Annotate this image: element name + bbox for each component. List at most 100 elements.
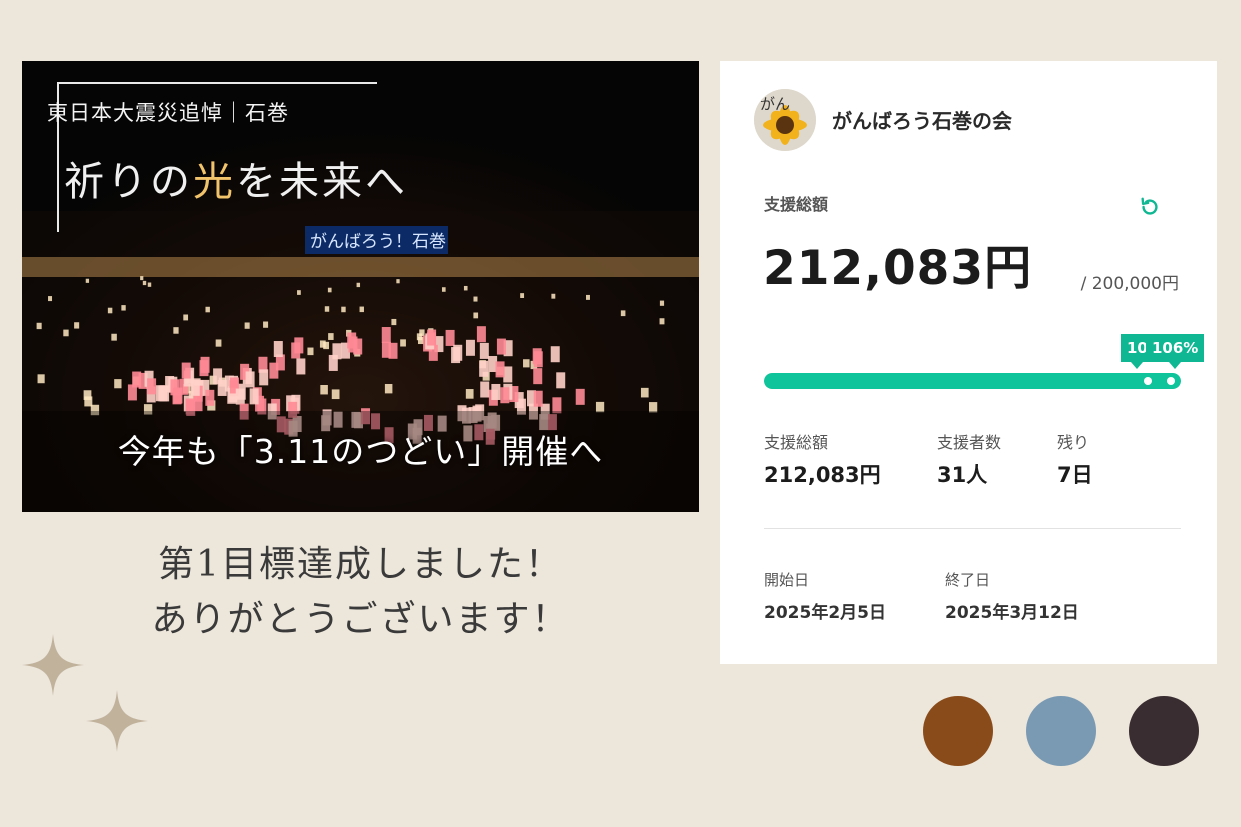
headline-accent: 光 bbox=[193, 159, 236, 205]
lantern bbox=[473, 312, 479, 319]
lantern bbox=[199, 360, 209, 377]
lantern bbox=[48, 296, 53, 302]
lantern bbox=[595, 401, 605, 413]
stat-value-remaining: 7日 bbox=[1057, 463, 1093, 487]
lantern bbox=[269, 362, 279, 379]
lantern bbox=[417, 336, 424, 345]
lantern bbox=[217, 379, 227, 396]
stat-label-amount: 支援総額 bbox=[764, 433, 829, 452]
organization-avatar[interactable]: がん bbox=[754, 89, 816, 151]
lantern bbox=[479, 360, 489, 377]
lantern bbox=[172, 388, 182, 405]
lantern bbox=[259, 369, 269, 386]
lantern bbox=[381, 327, 391, 344]
lantern bbox=[520, 293, 525, 298]
total-amount: 212,083円 bbox=[763, 241, 1033, 296]
lantern bbox=[160, 385, 170, 402]
lantern bbox=[491, 383, 501, 400]
lantern bbox=[85, 278, 90, 283]
lantern bbox=[147, 378, 157, 395]
lantern bbox=[319, 340, 326, 348]
lantern bbox=[348, 336, 358, 353]
start-date-label: 開始日 bbox=[764, 571, 810, 589]
start-date-value: 2025年2月5日 bbox=[764, 603, 886, 623]
lantern bbox=[263, 321, 269, 328]
lantern bbox=[476, 326, 486, 343]
stat-value-supporters: 31人 bbox=[937, 463, 988, 487]
lantern bbox=[173, 327, 179, 334]
lantern bbox=[473, 296, 478, 302]
lantern bbox=[552, 397, 562, 414]
lantern bbox=[331, 389, 340, 400]
lantern bbox=[445, 329, 455, 346]
lantern bbox=[480, 381, 490, 398]
lantern bbox=[532, 348, 542, 365]
lantern bbox=[556, 372, 566, 389]
lantern bbox=[127, 384, 137, 401]
lantern bbox=[244, 322, 250, 329]
lantern bbox=[400, 339, 406, 347]
total-label: 支援総額 bbox=[764, 195, 829, 214]
headline-part: 祈りの bbox=[64, 159, 193, 205]
stat-label-remaining: 残り bbox=[1057, 433, 1090, 452]
thanks-message: 第1目標達成しました！ ありがとうございます！ bbox=[22, 537, 699, 647]
lantern bbox=[391, 318, 397, 326]
event-photo: がんばろう！石巻 東日本大震災追悼｜石巻 祈りの光を未来へ 今年も「3.11のつ… bbox=[22, 61, 699, 512]
banner-kicker: 東日本大震災追悼｜石巻 bbox=[47, 101, 289, 125]
color-swatch-brown bbox=[923, 696, 993, 766]
lantern bbox=[183, 314, 189, 321]
lantern bbox=[384, 383, 393, 394]
lantern bbox=[396, 279, 400, 284]
lantern bbox=[388, 342, 398, 359]
stat-label-supporters: 支援者数 bbox=[937, 433, 1002, 452]
lantern bbox=[140, 276, 144, 281]
lantern bbox=[453, 344, 463, 361]
lantern bbox=[649, 402, 658, 413]
lantern bbox=[500, 387, 510, 404]
lantern bbox=[359, 306, 364, 313]
thanks-line-2: ありがとうございます！ bbox=[151, 599, 570, 640]
progress-fill bbox=[764, 373, 1181, 389]
progress-dot bbox=[1167, 377, 1175, 385]
lantern bbox=[320, 384, 328, 395]
lantern bbox=[324, 306, 330, 312]
lantern bbox=[307, 347, 314, 356]
lantern bbox=[205, 389, 215, 406]
headline-part: を未来へ bbox=[236, 159, 408, 205]
lantern bbox=[640, 387, 649, 398]
banner-caption: 今年も「3.11のつどい」開催へ bbox=[117, 432, 604, 471]
color-swatch-blue bbox=[1026, 696, 1096, 766]
thanks-line-1: 第1目標達成しました！ bbox=[158, 544, 563, 585]
lantern bbox=[441, 287, 446, 292]
funding-card: がん がんばろう石巻の会 支援総額 212,083円 / 200,000円 10… bbox=[720, 61, 1217, 664]
progress-bar bbox=[764, 373, 1181, 389]
lantern bbox=[341, 306, 346, 313]
end-date-label: 終了日 bbox=[945, 571, 991, 589]
lantern bbox=[659, 300, 665, 306]
lantern bbox=[249, 388, 259, 405]
lantern bbox=[575, 388, 585, 405]
lantern bbox=[465, 389, 474, 399]
lantern bbox=[245, 371, 255, 388]
organization-name[interactable]: がんばろう石巻の会 bbox=[832, 105, 1012, 134]
lantern bbox=[356, 282, 361, 288]
sign-text: がんばろう！石巻 bbox=[310, 232, 446, 252]
lantern bbox=[496, 338, 506, 355]
lantern bbox=[332, 343, 342, 360]
lantern bbox=[181, 362, 191, 379]
lantern bbox=[503, 366, 513, 383]
lantern bbox=[328, 333, 334, 340]
milestone-dot bbox=[1144, 377, 1152, 385]
refresh-icon[interactable] bbox=[1139, 196, 1161, 218]
avatar-text: がん bbox=[760, 95, 790, 113]
lantern bbox=[523, 359, 530, 368]
lantern bbox=[297, 290, 301, 295]
lantern bbox=[495, 361, 505, 378]
lantern bbox=[659, 318, 665, 325]
lantern bbox=[37, 374, 45, 384]
lantern bbox=[327, 287, 332, 293]
end-date-value: 2025年3月12日 bbox=[945, 603, 1079, 623]
lantern bbox=[235, 388, 245, 405]
lantern bbox=[533, 390, 543, 407]
stat-value-amount: 212,083円 bbox=[764, 463, 881, 487]
